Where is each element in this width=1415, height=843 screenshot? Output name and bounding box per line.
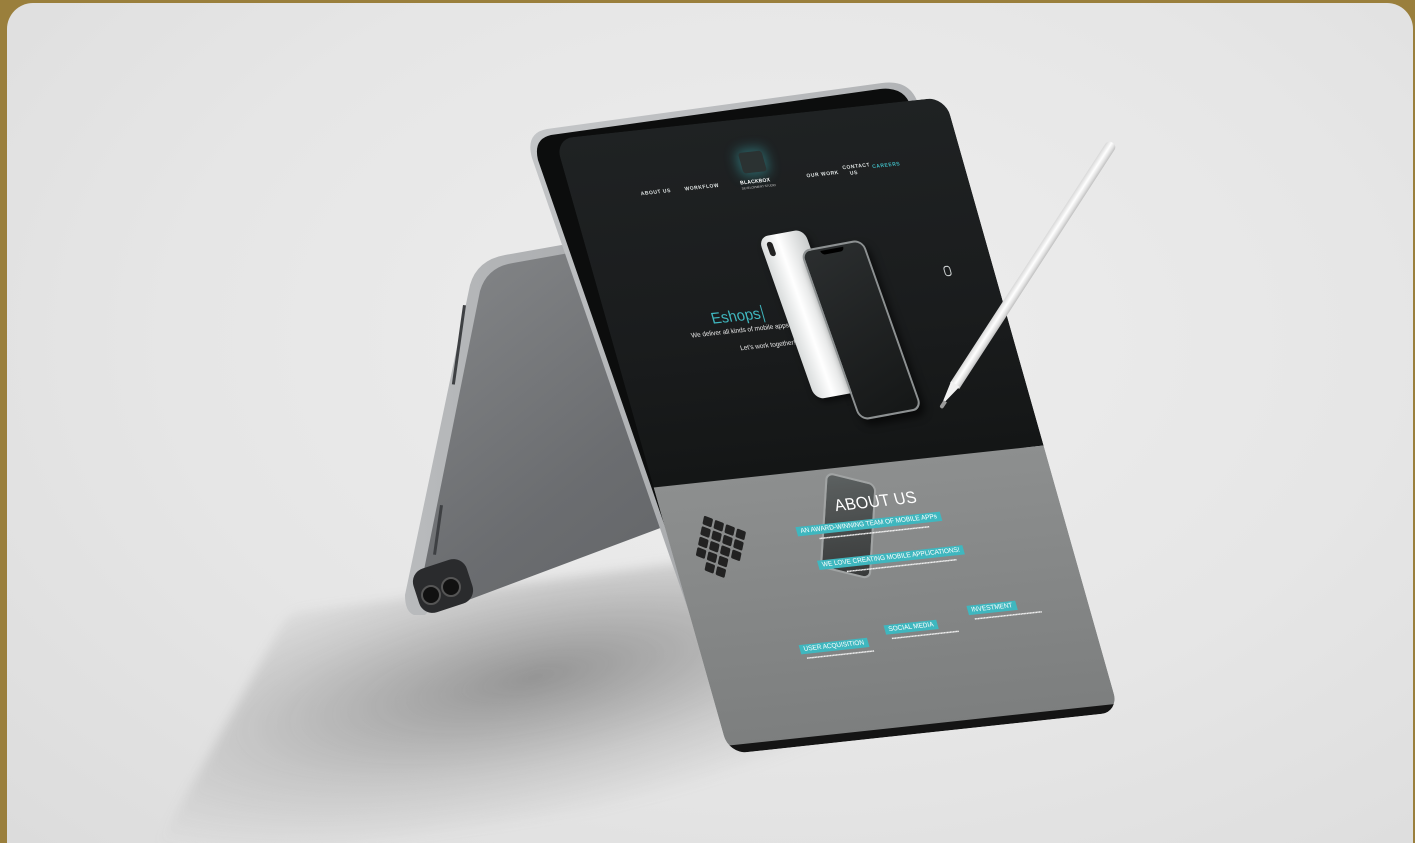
nav-workflow[interactable]: WORKFLOW bbox=[684, 183, 720, 193]
phone-camera-icon bbox=[765, 241, 777, 257]
phone-notch bbox=[820, 246, 845, 256]
nav-our-work[interactable]: OUR WORK bbox=[806, 170, 840, 180]
logo-cube-icon[interactable] bbox=[737, 150, 768, 174]
scroll-mouse-icon[interactable] bbox=[942, 265, 953, 277]
nav-contact-us[interactable]: CONTACT US bbox=[842, 162, 871, 177]
hero-cta-text: Let's work together! bbox=[739, 339, 797, 353]
scene-background: ABOUT US WORKFLOW OUR WORK CONTACT US CA… bbox=[7, 3, 1413, 843]
nav-careers[interactable]: CAREERS bbox=[872, 161, 902, 170]
nav-about-us[interactable]: ABOUT US bbox=[640, 188, 672, 197]
